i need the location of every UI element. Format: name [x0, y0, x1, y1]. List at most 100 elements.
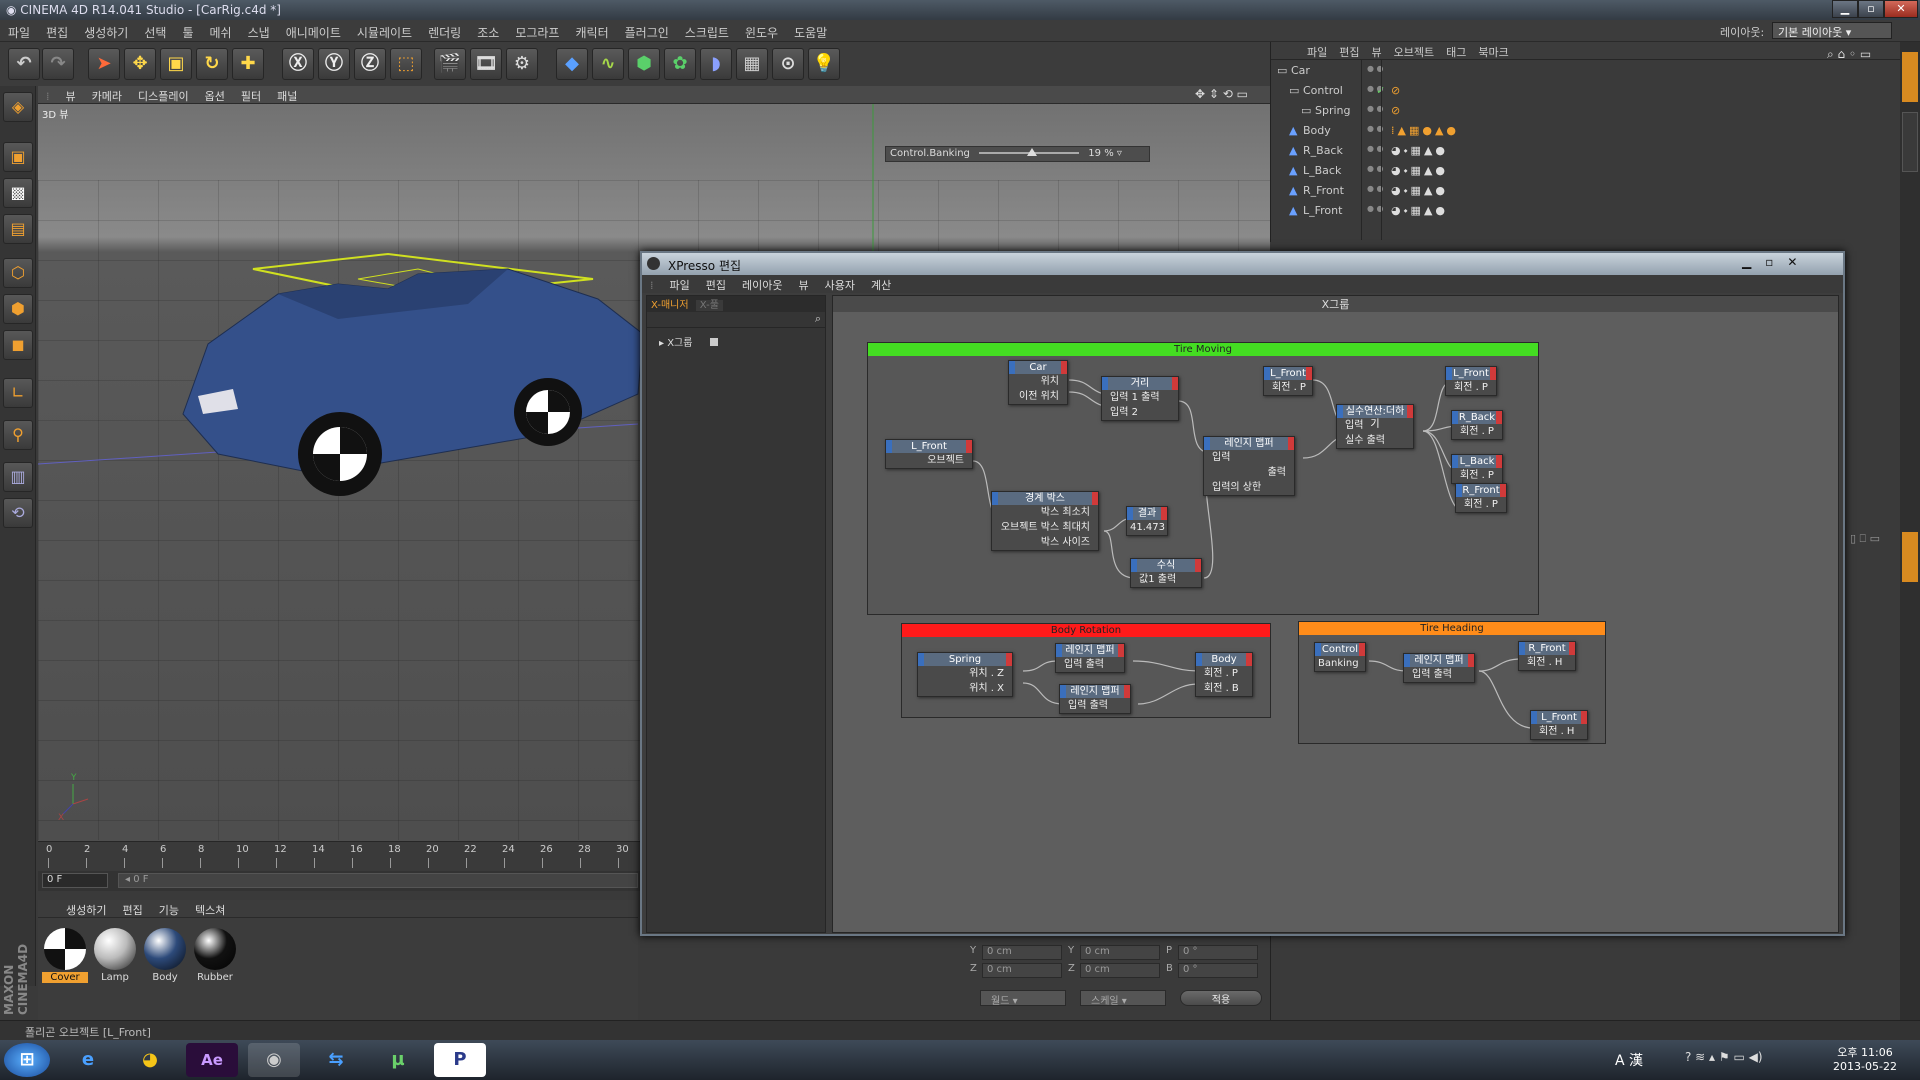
- texture-mode-icon[interactable]: ▩: [3, 178, 33, 208]
- object-menu-item-5[interactable]: 북마크: [1472, 42, 1514, 62]
- port-range2-in[interactable]: 입력: [1064, 659, 1082, 670]
- z-axis-button[interactable]: Ⓩ: [354, 48, 386, 80]
- tray-ime[interactable]: A 漢: [1615, 1050, 1643, 1070]
- utorrent-taskbar-icon[interactable]: µ: [372, 1043, 424, 1077]
- scale-tool-button[interactable]: ▣: [160, 48, 192, 80]
- material-menu-item-3[interactable]: 텍스쳐: [187, 900, 233, 920]
- port-realmath-out[interactable]: 출력: [1367, 435, 1385, 446]
- maximize-button[interactable]: ▫: [1858, 0, 1884, 18]
- render-view-button[interactable]: 🎬: [434, 48, 466, 80]
- node-range-mapper-3[interactable]: 레인지 맵퍼 입력 출력: [1059, 684, 1131, 714]
- node-out-rback[interactable]: R_Back 회전 . P: [1451, 410, 1503, 440]
- node-control[interactable]: Control Banking: [1314, 642, 1366, 672]
- node-heading-rfront[interactable]: R_Front 회전 . H: [1518, 641, 1576, 671]
- start-button[interactable]: ⊞: [4, 1043, 50, 1077]
- node-result[interactable]: 결과 41.473: [1126, 506, 1168, 536]
- cube-object-button[interactable]: ◆: [556, 48, 588, 80]
- port-car-position[interactable]: 위치: [1009, 374, 1067, 389]
- port-distance-in2[interactable]: 입력 2: [1102, 405, 1178, 420]
- port-bbox-max[interactable]: 오브젝트 박스 최대치: [992, 520, 1098, 535]
- object-row-control[interactable]: ▭Control● ●✓⊘: [1271, 84, 1901, 104]
- object-row-car[interactable]: ▭ Car ● ●: [1271, 64, 1901, 84]
- object-row-l_front[interactable]: ▲ L_Front ● ● ◕⬩▦▲●: [1271, 204, 1901, 224]
- port-formula-out[interactable]: 출력: [1158, 574, 1176, 585]
- after-effects-taskbar-icon[interactable]: Ae: [186, 1043, 238, 1077]
- xpresso-node-canvas[interactable]: X그룹 Tire Moving Body Rotation Tire Headi…: [832, 295, 1839, 933]
- port-body-rot-b[interactable]: 회전 . B: [1196, 681, 1252, 696]
- viewport-menu-item-0[interactable]: 뷰: [58, 86, 84, 106]
- light-button[interactable]: 💡: [808, 48, 840, 80]
- object-menu-item-2[interactable]: 뷰: [1366, 42, 1388, 62]
- apply-button[interactable]: 적용: [1180, 990, 1262, 1006]
- xpresso-menu-item-4[interactable]: 사용자: [817, 275, 863, 295]
- body-tags-icon[interactable]: ⁞▲▦●▲●: [1391, 124, 1459, 137]
- xpresso-menu-item-2[interactable]: 레이아웃: [734, 275, 790, 295]
- node-lfront-object[interactable]: L_Front 오브젝트: [885, 439, 973, 469]
- teamviewer-taskbar-icon[interactable]: ⇆: [310, 1043, 362, 1077]
- port-h-lfront[interactable]: 회전 . H: [1531, 724, 1587, 739]
- xpresso-menu-item-3[interactable]: 뷰: [790, 275, 816, 295]
- node-formula[interactable]: 수식 값1 출력: [1130, 558, 1202, 588]
- node-lfront-input[interactable]: L_Front 회전 . P: [1263, 366, 1313, 396]
- node-out-rfront[interactable]: R_Front 회전 . P: [1455, 483, 1507, 513]
- port-car-prev-position[interactable]: 이전 위치: [1009, 389, 1067, 404]
- object-row-body[interactable]: ▲ Body ● ● ⁞▲▦●▲●: [1271, 124, 1901, 144]
- material-swatch-body[interactable]: Body: [142, 926, 188, 986]
- tweak-mode-icon[interactable]: ⚲: [3, 420, 33, 450]
- hud-slider-thumb[interactable]: [1027, 148, 1038, 156]
- coord-mode-select[interactable]: 월드 ▾: [980, 990, 1066, 1007]
- xpresso-tag-icon[interactable]: ⊘: [1391, 84, 1400, 97]
- material-swatch-lamp[interactable]: Lamp: [92, 926, 138, 986]
- wheel-tags-icon[interactable]: ◕⬩▦▲●: [1391, 204, 1448, 218]
- object-menu-item-0[interactable]: 파일: [1301, 42, 1333, 62]
- ie-taskbar-icon[interactable]: e: [62, 1043, 114, 1077]
- object-manager-search-icon[interactable]: ⌕ ⌂ ◦ ▭: [1827, 47, 1871, 62]
- xmanager-tab[interactable]: X-매니저: [647, 300, 693, 311]
- object-menu-item-4[interactable]: 태그: [1440, 42, 1472, 62]
- viewport-menu-item-4[interactable]: 필터: [233, 86, 269, 106]
- attributes-tab[interactable]: [1902, 532, 1918, 582]
- material-swatch-cover[interactable]: Cover: [42, 926, 88, 986]
- points-mode-icon[interactable]: ⬡: [3, 258, 33, 288]
- xpool-tab[interactable]: X-풀: [695, 300, 723, 311]
- port-range1-in[interactable]: 입력: [1204, 450, 1294, 465]
- xgroup-tree-item[interactable]: ▸ X그룹: [647, 328, 825, 355]
- close-button[interactable]: ✕: [1884, 0, 1918, 18]
- node-range-mapper-1[interactable]: 레인지 맵퍼 입력 출력 입력의 상한: [1203, 436, 1295, 496]
- node-out-lback[interactable]: L_Back 회전 . P: [1451, 454, 1503, 484]
- coord-value-field[interactable]: 0 °: [1178, 963, 1258, 978]
- layout-select[interactable]: 기본 레이아웃 ▾: [1772, 22, 1892, 39]
- viewport-menu-item-2[interactable]: 디스플레이: [130, 86, 197, 106]
- rotate-tool-button[interactable]: ↻: [196, 48, 228, 80]
- deformer-button[interactable]: ◗: [700, 48, 732, 80]
- cinema4d-taskbar-icon[interactable]: ◉: [248, 1043, 300, 1077]
- object-menu-item-3[interactable]: 오브젝트: [1388, 42, 1440, 62]
- control-banking-hud[interactable]: Control.Banking 19 % ▿: [885, 146, 1150, 162]
- coord-size-select[interactable]: 스케일 ▾: [1080, 990, 1166, 1007]
- node-range-mapper-2[interactable]: 레인지 맵퍼 입력 출력: [1055, 643, 1125, 673]
- port-range1-out[interactable]: 출력: [1204, 465, 1294, 480]
- node-distance[interactable]: 거리 입력 1 출력 입력 2: [1101, 376, 1179, 421]
- port-distance-out[interactable]: 출력: [1141, 392, 1159, 403]
- camera-button[interactable]: ⊙: [772, 48, 804, 80]
- locked-workplane-icon[interactable]: ⟲: [3, 498, 33, 528]
- port-out-lfront[interactable]: 회전 . P: [1446, 380, 1496, 395]
- edges-mode-icon[interactable]: ⬢: [3, 294, 33, 324]
- xpresso-title-bar[interactable]: XPresso 편집: [642, 253, 1843, 275]
- xpresso-menu-item-5[interactable]: 계산: [863, 275, 899, 295]
- port-out-rback[interactable]: 회전 . P: [1452, 424, 1502, 439]
- coord-value-field[interactable]: 0 cm: [982, 963, 1062, 978]
- material-menu-item-0[interactable]: 생성하기: [58, 900, 114, 920]
- object-row-l_back[interactable]: ▲ L_Back ● ● ◕⬩▦▲●: [1271, 164, 1901, 184]
- port-spring-pos-z[interactable]: 위치 . Z: [918, 666, 1012, 681]
- port-h-rfront[interactable]: 회전 . H: [1519, 655, 1575, 670]
- coordinate-system-button[interactable]: ⬚: [390, 48, 422, 80]
- floor-button[interactable]: ▦: [736, 48, 768, 80]
- coord-value-field[interactable]: 0 °: [1178, 945, 1258, 960]
- coord-value-field[interactable]: 0 cm: [982, 945, 1062, 960]
- xpresso-tag-icon[interactable]: ⊘: [1391, 104, 1400, 117]
- tray-clock[interactable]: 오후 11:06 2013-05-22: [1830, 1044, 1900, 1073]
- node-body[interactable]: Body 회전 . P 회전 . B: [1195, 652, 1253, 697]
- node-real-math[interactable]: 실수연산:더하기 입력 실수 출력: [1336, 404, 1414, 449]
- snap-icon[interactable]: ▥: [3, 462, 33, 492]
